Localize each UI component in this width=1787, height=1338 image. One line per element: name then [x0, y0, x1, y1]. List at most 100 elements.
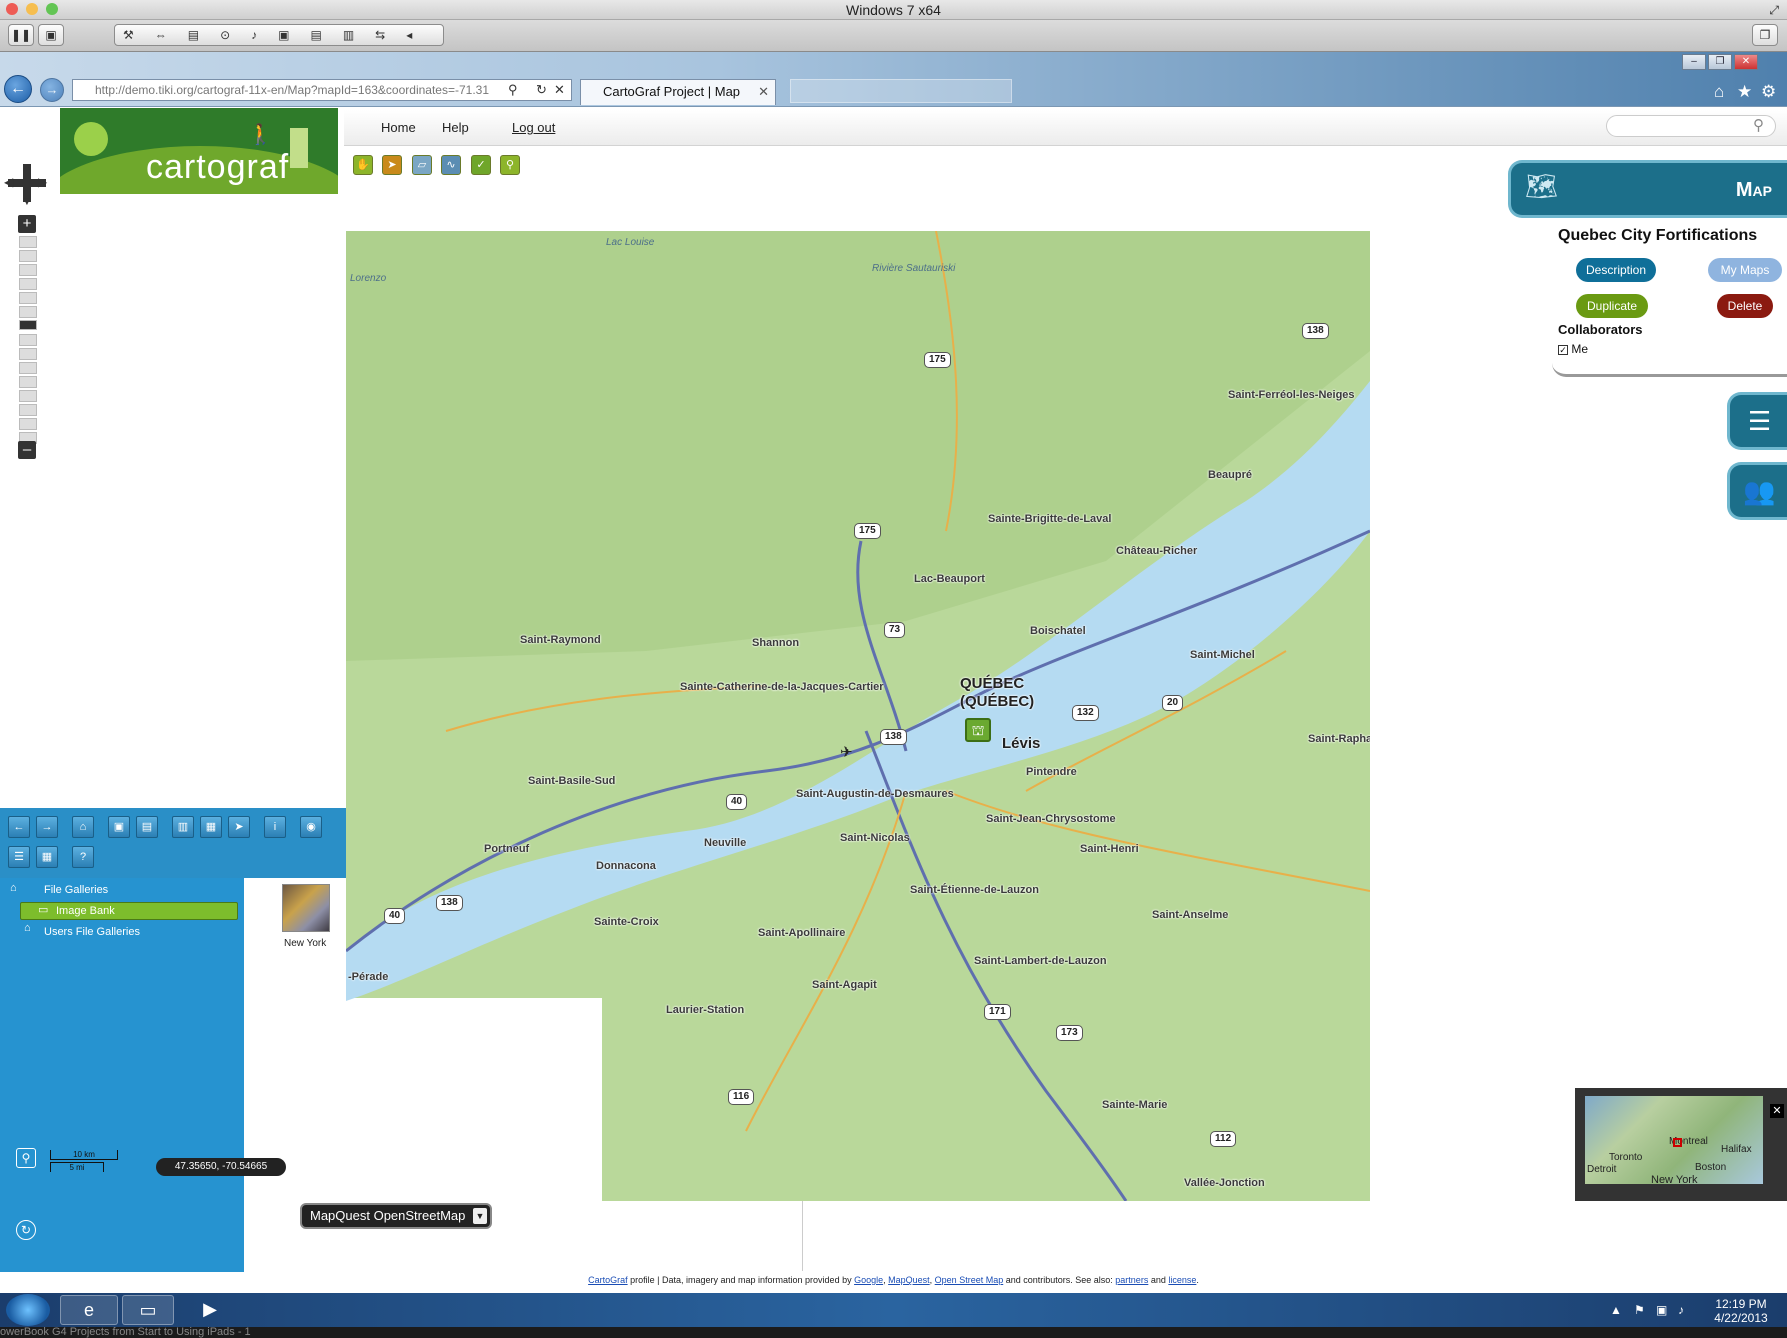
fullscreen-icon[interactable]: ⤢ [1769, 0, 1779, 20]
back-icon[interactable]: ← [4, 75, 32, 103]
gallery-paste-icon[interactable]: ▦ [200, 816, 222, 838]
gallery-save-all-icon[interactable]: ▤ [136, 816, 158, 838]
gallery-forward-icon[interactable]: → [36, 816, 58, 838]
tree-item-file-galleries[interactable]: File Galleries [44, 884, 108, 896]
cartograf-logo[interactable]: 🚶 cartograf [60, 108, 338, 194]
map-panel-tab[interactable]: 🗺 Map [1508, 160, 1787, 218]
address-search-icon[interactable]: ⚲ [508, 82, 518, 98]
overview-map-image[interactable]: Toronto Montreal Halifax Detroit Boston … [1585, 1096, 1763, 1186]
gallery-back-icon[interactable]: ← [8, 816, 30, 838]
pan-east-icon[interactable]: ▶ [38, 175, 47, 189]
network-icon[interactable]: ▣ [1656, 1303, 1667, 1317]
start-button[interactable] [6, 1294, 50, 1326]
search-icon[interactable]: ⚲ [1753, 116, 1764, 134]
site-search-input[interactable] [1606, 115, 1776, 137]
line-icon[interactable]: ∿ [441, 155, 461, 175]
menu-help[interactable]: Help [442, 120, 469, 135]
tree-item-image-bank[interactable]: Image Bank [56, 905, 115, 917]
gallery-select-icon[interactable]: ➤ [228, 816, 250, 838]
address-bar[interactable]: http://demo.tiki.org/cartograf-11x-en/Ma… [72, 79, 572, 101]
map-city-label: Saint-Basile-Sud [528, 775, 616, 787]
action-center-icon[interactable]: ⚑ [1634, 1303, 1645, 1317]
tools-gear-icon[interactable]: ⚙ [1761, 82, 1776, 102]
gallery-home-icon[interactable]: ⌂ [72, 816, 94, 838]
overview-map[interactable]: Toronto Montreal Halifax Detroit Boston … [1575, 1088, 1787, 1201]
link-open-street-map[interactable]: Open Street Map [935, 1275, 1004, 1285]
zoom-window-button[interactable] [46, 3, 58, 15]
stop-icon[interactable]: ✕ [554, 82, 565, 98]
gallery-save-icon[interactable]: ▣ [108, 816, 130, 838]
refresh-map-icon[interactable]: ↻ [16, 1220, 36, 1240]
favorites-icon[interactable]: ★ [1737, 82, 1752, 102]
restore-icon[interactable]: ❐ [1708, 54, 1732, 70]
link-partners[interactable]: partners [1115, 1275, 1148, 1285]
pan-hand-icon[interactable]: ✋ [353, 155, 373, 175]
zoom-in-button[interactable]: + [18, 215, 36, 233]
my-maps-button[interactable]: My Maps [1708, 258, 1782, 282]
forward-icon[interactable]: → [40, 78, 64, 102]
home-icon[interactable]: ⌂ [1714, 82, 1724, 102]
footer-text: profile | Data, imagery and map informat… [627, 1275, 855, 1285]
chevron-down-icon[interactable]: ▼ [473, 1208, 487, 1224]
overview-extent-box[interactable] [1673, 1138, 1682, 1147]
close-window-button[interactable] [6, 3, 18, 15]
gallery-view-icon[interactable]: ◉ [300, 816, 322, 838]
base-layer-select[interactable]: MapQuest OpenStreetMap ▼ [300, 1203, 492, 1229]
marker-icon[interactable]: ⚲ [500, 155, 520, 175]
new-tab[interactable] [790, 79, 1012, 103]
tab-close-icon[interactable]: ✕ [758, 80, 769, 104]
pan-west-icon[interactable]: ◀ [4, 175, 13, 189]
polygon-icon[interactable]: ▱ [412, 155, 432, 175]
vm-device-toolbar[interactable]: ⚒⇔▤⊙♪▣▤▥⇆◂ [114, 24, 444, 46]
close-icon[interactable]: ✕ [1734, 54, 1758, 70]
gallery-info-icon[interactable]: i [264, 816, 286, 838]
minimize-window-button[interactable] [26, 3, 38, 15]
map-city-label: Saint-Agapit [812, 979, 877, 991]
zoom-box-icon[interactable]: ⚲ [16, 1148, 36, 1168]
pan-north-icon[interactable]: ▲ [21, 160, 33, 174]
gallery-thumbs-icon[interactable]: ▦ [36, 846, 58, 868]
delete-button[interactable]: Delete [1717, 294, 1773, 318]
refresh-icon[interactable]: ↻ [536, 82, 547, 98]
explorer-taskbar-icon[interactable]: ▭ [122, 1295, 174, 1325]
file-thumbnail[interactable] [282, 884, 330, 932]
media-player-taskbar-icon[interactable]: ▶ [196, 1295, 224, 1325]
pause-icon[interactable]: ❚❚ [8, 24, 34, 46]
gallery-copy-icon[interactable]: ▥ [172, 816, 194, 838]
link-license[interactable]: license [1168, 1275, 1196, 1285]
minimize-icon[interactable]: – [1682, 54, 1706, 70]
tree-item-users-file-galleries[interactable]: Users File Galleries [44, 926, 140, 938]
snapshot-icon[interactable]: ▣ [38, 24, 64, 46]
route-shield: 175 [924, 352, 951, 368]
window-mode-icon[interactable]: ❐ [1752, 24, 1778, 46]
tab-cartograf-map[interactable]: CartoGraf Project | Map ✕ [580, 79, 776, 105]
gallery-help-icon[interactable]: ? [72, 846, 94, 868]
ie-taskbar-icon[interactable]: e [60, 1295, 118, 1325]
duplicate-button[interactable]: Duplicate [1576, 294, 1648, 318]
collaborator-checkbox[interactable]: ✓ [1558, 345, 1568, 355]
gallery-list-icon[interactable]: ☰ [8, 846, 30, 868]
taskbar-clock[interactable]: 12:19 PM 4/22/2013 [1700, 1297, 1782, 1325]
overview-close-icon[interactable]: ✕ [1770, 1104, 1784, 1118]
description-button[interactable]: Description [1576, 258, 1656, 282]
tray-expand-icon[interactable]: ▲ [1610, 1303, 1622, 1317]
select-pointer-icon[interactable]: ➤ [382, 155, 402, 175]
link-cartograf[interactable]: CartoGraf [588, 1275, 628, 1285]
link-google[interactable]: Google [854, 1275, 883, 1285]
collaborators-panel-tab[interactable]: 👥 [1727, 462, 1787, 520]
zoom-out-button[interactable]: – [18, 441, 36, 459]
menu-logout[interactable]: Log out [512, 120, 555, 135]
menu-home[interactable]: Home [381, 120, 416, 135]
fortification-marker-icon[interactable]: ⛫ [965, 718, 991, 742]
layers-panel-tab[interactable]: ☰ [1727, 392, 1787, 450]
pan-south-icon[interactable]: ▼ [21, 194, 33, 208]
collaborator-item[interactable]: ✓ Me [1558, 342, 1588, 356]
modify-check-icon[interactable]: ✓ [471, 155, 491, 175]
pan-control[interactable]: ▲ ▼ ◀ ▶ [4, 160, 47, 208]
link-mapquest[interactable]: MapQuest [888, 1275, 930, 1285]
route-shield: 40 [726, 794, 748, 810]
volume-icon[interactable]: ♪ [1678, 1303, 1684, 1317]
map-canvas[interactable]: Lac Louise Rivière Sautauriski Lorenzo S… [346, 231, 1370, 1201]
zoom-slider-handle[interactable] [19, 320, 37, 330]
capital-line-1: QUÉBEC [960, 675, 1025, 692]
